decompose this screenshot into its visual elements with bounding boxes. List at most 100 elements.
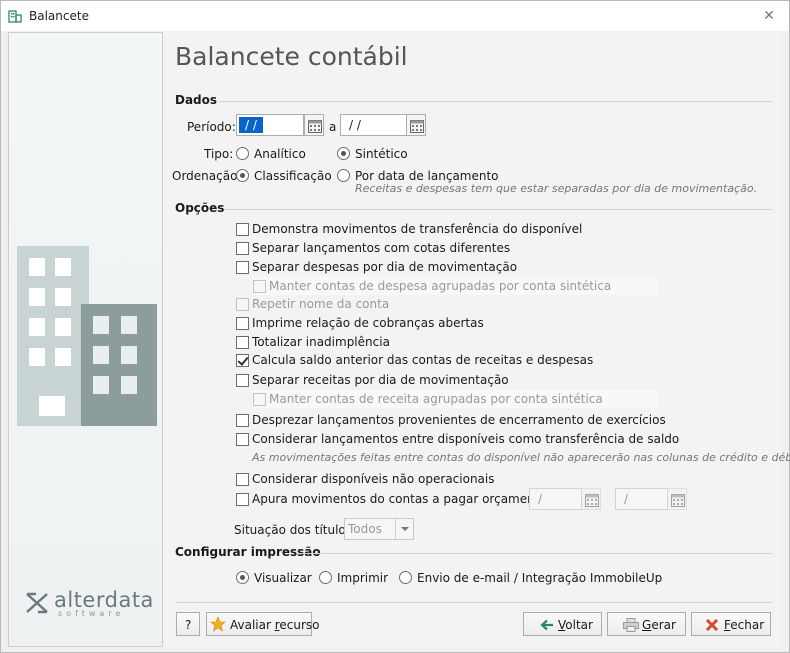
- opt-despesas-dia-label[interactable]: Separar despesas por dia de movimentação: [252, 260, 517, 274]
- alterdata-logo: alterdata software: [24, 588, 154, 618]
- main-content: Balancete contábil Dados Período: / / a …: [164, 32, 790, 647]
- calendar-from-button[interactable]: [304, 114, 324, 136]
- opt-entre-disponiveis-hint: As movimentações feitas entre contas do …: [252, 451, 790, 464]
- situacao-value: Todos: [348, 522, 382, 536]
- situacao-select[interactable]: Todos: [344, 518, 414, 540]
- opt-encerramento-checkbox[interactable]: [236, 414, 249, 427]
- opt-cotas-label[interactable]: Separar lançamentos com cotas diferentes: [252, 241, 510, 255]
- calendar-icon: [585, 494, 599, 507]
- periodo-separator: a: [329, 120, 337, 134]
- opt-encerramento-label[interactable]: Desprezar lançamentos provenientes de en…: [252, 413, 666, 427]
- calendar-icon: [308, 120, 322, 133]
- contas-pagar-to-value: /: [624, 492, 629, 506]
- opt-cobrancas-label[interactable]: Imprime relação de cobranças abertas: [252, 316, 484, 330]
- help-button[interactable]: ?: [176, 612, 200, 636]
- opt-contas-pagar-checkbox[interactable]: [236, 493, 249, 506]
- close-icon[interactable]: ✕: [761, 8, 777, 24]
- opt-despesa-agrupada-checkbox[interactable]: [253, 280, 266, 293]
- dialog-window: Balancete ✕ alterdata software Balancete…: [0, 0, 790, 653]
- chevron-down-icon: [395, 519, 413, 539]
- gerar-button[interactable]: Gerar: [607, 612, 686, 636]
- voltar-label: Voltar: [558, 618, 593, 632]
- email-label[interactable]: Envio de e-mail / Integração ImmobileUp: [417, 571, 662, 585]
- opt-receitas-dia-label[interactable]: Separar receitas por dia de movimentação: [252, 373, 509, 387]
- opt-nao-operacionais-checkbox[interactable]: [236, 473, 249, 486]
- section-opcoes-title: Opções: [175, 201, 225, 215]
- date-to-input[interactable]: / /: [340, 114, 407, 136]
- opt-entre-disponiveis-checkbox[interactable]: [236, 433, 249, 446]
- contas-pagar-to-calendar-button[interactable]: [667, 488, 687, 510]
- alterdata-mark-icon: [26, 592, 48, 614]
- section-divider: [224, 209, 772, 210]
- calendar-icon: [410, 120, 424, 133]
- title-bar: Balancete ✕: [1, 1, 789, 31]
- contas-pagar-from-value: /: [538, 492, 543, 506]
- voltar-button[interactable]: Voltar: [523, 612, 602, 636]
- calendar-to-button[interactable]: [406, 114, 426, 136]
- tipo-sintetico-radio[interactable]: [337, 147, 350, 160]
- close-x-icon: [705, 618, 719, 632]
- page-title: Balancete contábil: [175, 42, 408, 71]
- avaliar-recurso-button[interactable]: Avaliar recurso: [206, 612, 320, 636]
- section-divider: [219, 101, 772, 102]
- date-to-value: / /: [349, 118, 361, 132]
- opt-despesas-dia-checkbox[interactable]: [236, 261, 249, 274]
- tipo-analitico-radio[interactable]: [236, 147, 249, 160]
- contas-pagar-from-input[interactable]: /: [529, 488, 582, 510]
- visualizar-label[interactable]: Visualizar: [254, 571, 312, 585]
- ord-data-label[interactable]: Por data de lançamento: [355, 169, 499, 183]
- logo-sub: software: [58, 609, 125, 618]
- fechar-button[interactable]: Fechar: [691, 612, 771, 636]
- opt-cotas-checkbox[interactable]: [236, 242, 249, 255]
- fechar-label: Fechar: [724, 618, 765, 632]
- star-icon: [210, 616, 226, 632]
- avaliar-recurso-label: Avaliar recurso: [230, 618, 320, 632]
- gerar-label: Gerar: [642, 618, 676, 632]
- opt-repetir-nome-checkbox[interactable]: [236, 298, 249, 311]
- section-impressao-title: Configurar impressão: [175, 545, 321, 559]
- date-from-value: / /: [239, 117, 263, 133]
- arrow-left-icon: [540, 619, 553, 631]
- section-dados-title: Dados: [175, 93, 218, 107]
- opt-contas-pagar-label[interactable]: Apura movimentos do contas a pagar orçam…: [252, 492, 562, 506]
- help-label: ?: [185, 618, 192, 632]
- visualizar-radio[interactable]: [236, 571, 249, 584]
- opt-inadimplencia-label[interactable]: Totalizar inadimplência: [252, 335, 390, 349]
- opt-entre-disponiveis-label[interactable]: Considerar lançamentos entre disponíveis…: [252, 432, 679, 446]
- contas-pagar-from-calendar-button[interactable]: [581, 488, 601, 510]
- building-app-icon: [8, 10, 22, 23]
- ordenacao-label: Ordenação:: [172, 169, 242, 183]
- email-radio[interactable]: [399, 571, 412, 584]
- ord-classificacao-label[interactable]: Classificação: [254, 169, 332, 183]
- ord-classificacao-radio[interactable]: [236, 169, 249, 182]
- periodo-label: Período:: [187, 120, 236, 134]
- window-title: Balancete: [29, 9, 89, 23]
- opt-nao-operacionais-label[interactable]: Considerar disponíveis não operacionais: [252, 472, 495, 486]
- opt-inadimplencia-checkbox[interactable]: [236, 336, 249, 349]
- footer-divider: [175, 602, 772, 603]
- situacao-label: Situação dos títulos: [234, 523, 353, 537]
- date-from-input[interactable]: / /: [236, 114, 304, 136]
- opt-repetir-nome-label: Repetir nome da conta: [252, 297, 390, 311]
- tipo-label: Tipo:: [204, 147, 234, 161]
- opt-saldo-anterior-label[interactable]: Calcula saldo anterior das contas de rec…: [252, 353, 593, 367]
- opt-transferencia-label[interactable]: Demonstra movimentos de transferência do…: [252, 222, 582, 236]
- calendar-icon: [671, 494, 685, 507]
- tipo-sintetico-label[interactable]: Sintético: [355, 147, 408, 161]
- ord-data-radio[interactable]: [337, 169, 350, 182]
- opt-receita-agrupada-label: Manter contas de receita agrupadas por c…: [269, 392, 603, 406]
- opt-receitas-dia-checkbox[interactable]: [236, 374, 249, 387]
- printer-icon: [623, 618, 639, 632]
- ord-hint: Receitas e despesas tem que estar separa…: [355, 182, 758, 195]
- side-banner: alterdata software: [8, 32, 163, 647]
- opt-transferencia-checkbox[interactable]: [236, 223, 249, 236]
- opt-saldo-anterior-checkbox[interactable]: [236, 354, 249, 367]
- opt-despesa-agrupada-label: Manter contas de despesa agrupadas por c…: [269, 279, 612, 293]
- opt-cobrancas-checkbox[interactable]: [236, 317, 249, 330]
- opt-receita-agrupada-checkbox[interactable]: [253, 393, 266, 406]
- buildings-illustration: [17, 246, 157, 426]
- tipo-analitico-label[interactable]: Analítico: [254, 147, 306, 161]
- contas-pagar-to-input[interactable]: /: [615, 488, 668, 510]
- imprimir-radio[interactable]: [319, 571, 332, 584]
- imprimir-label[interactable]: Imprimir: [337, 571, 388, 585]
